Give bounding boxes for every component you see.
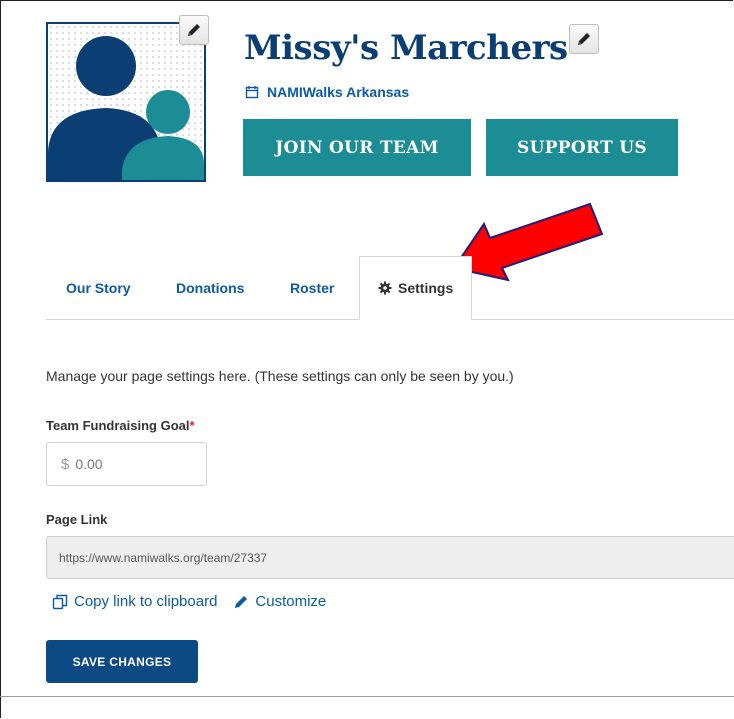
page-link-label: Page Link <box>46 512 108 527</box>
page-link-field[interactable]: https://www.namiwalks.org/team/27337 <box>46 536 734 579</box>
tab-label: Roster <box>290 279 335 296</box>
tab-label: Our Story <box>66 279 131 296</box>
edit-team-name-button[interactable] <box>569 24 599 54</box>
team-avatar <box>46 22 206 182</box>
gear-icon <box>378 281 392 295</box>
team-goal-value: 0.00 <box>75 456 103 472</box>
required-mark: * <box>189 418 195 433</box>
tab-our-story[interactable]: Our Story <box>66 256 131 319</box>
team-goal-label-text: Team Fundraising Goal <box>46 418 190 433</box>
tab-label: Settings <box>398 280 454 296</box>
team-name: Missy's Marchers <box>244 28 568 68</box>
team-goal-label: Team Fundraising Goal* <box>46 418 195 433</box>
team-goal-input[interactable]: $ 0.00 <box>46 442 207 486</box>
currency-symbol: $ <box>61 455 70 473</box>
copy-icon <box>52 594 68 609</box>
pencil-icon <box>235 595 248 608</box>
copy-link-label: Copy link to clipboard <box>74 593 218 610</box>
copy-link-button[interactable]: Copy link to clipboard <box>52 593 217 610</box>
page-link-value: https://www.namiwalks.org/team/27337 <box>59 550 268 565</box>
pencil-icon <box>578 33 590 45</box>
tab-label: Donations <box>176 279 245 296</box>
team-avatar-icon <box>48 36 204 180</box>
page-link-actions: Copy link to clipboard Customize <box>52 593 326 610</box>
tab-donations[interactable]: Donations <box>176 256 244 319</box>
tab-roster[interactable]: Roster <box>290 256 334 319</box>
calendar-icon <box>245 86 259 99</box>
settings-intro-text: Manage your page settings here. (These s… <box>46 368 514 384</box>
pencil-icon <box>188 24 200 36</box>
bottom-divider <box>0 696 734 697</box>
customize-label: Customize <box>255 593 327 610</box>
event-link[interactable]: NAMIWalks Arkansas <box>267 84 409 100</box>
edit-avatar-button[interactable] <box>179 15 209 45</box>
tab-settings[interactable]: Settings <box>359 256 473 320</box>
join-team-button[interactable]: JOIN OUR TEAM <box>243 119 471 176</box>
customize-link-button[interactable]: Customize <box>233 593 326 610</box>
support-us-button[interactable]: SUPPORT US <box>486 119 678 176</box>
save-changes-button[interactable]: SAVE CHANGES <box>46 640 198 683</box>
event-row: NAMIWalks Arkansas <box>245 84 409 100</box>
page-tabs: Our Story Donations Roster Settings <box>46 256 734 320</box>
